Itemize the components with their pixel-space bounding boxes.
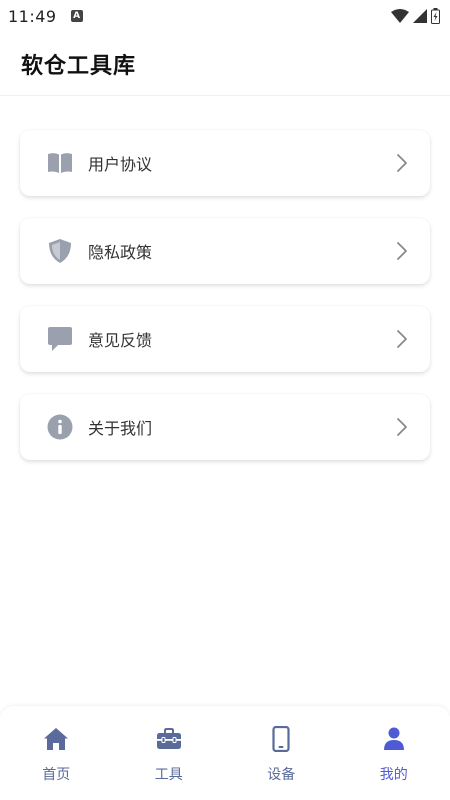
menu-item-about-us[interactable]: 关于我们 bbox=[20, 394, 430, 460]
chevron-right-icon bbox=[396, 417, 408, 437]
menu-item-feedback[interactable]: 意见反馈 bbox=[20, 306, 430, 372]
book-icon bbox=[46, 149, 74, 177]
nav-label: 设备 bbox=[267, 767, 296, 783]
nav-item-profile[interactable]: 我的 bbox=[338, 706, 450, 800]
nav-item-devices[interactable]: 设备 bbox=[225, 706, 338, 800]
user-icon bbox=[381, 726, 407, 752]
shield-icon bbox=[46, 237, 74, 265]
menu-item-user-agreement[interactable]: 用户协议 bbox=[20, 130, 430, 196]
nav-label: 我的 bbox=[379, 767, 408, 783]
menu-item-label: 关于我们 bbox=[88, 419, 153, 438]
battery-icon bbox=[431, 8, 440, 24]
chevron-right-icon bbox=[396, 329, 408, 349]
menu-item-label: 用户协议 bbox=[88, 155, 153, 174]
info-icon bbox=[46, 413, 74, 441]
nav-label: 首页 bbox=[42, 767, 71, 783]
status-time: 11:49 bbox=[8, 6, 57, 26]
nav-label: 工具 bbox=[154, 767, 183, 783]
wifi-icon bbox=[391, 9, 409, 23]
phone-icon bbox=[268, 726, 294, 752]
menu-item-label: 意见反馈 bbox=[88, 331, 153, 350]
chat-bubble-icon bbox=[46, 325, 74, 353]
settings-menu: 用户协议 隐私政策 意见反馈 关于我们 bbox=[20, 130, 430, 482]
menu-item-privacy-policy[interactable]: 隐私政策 bbox=[20, 218, 430, 284]
signal-icon bbox=[413, 9, 427, 23]
menu-item-label: 隐私政策 bbox=[88, 243, 153, 262]
page-title: 软仓工具库 bbox=[21, 53, 137, 79]
home-icon bbox=[43, 726, 69, 752]
status-indicators bbox=[391, 8, 440, 24]
toolbox-icon bbox=[156, 726, 182, 752]
bottom-nav: 首页 工具 设备 我的 bbox=[0, 706, 450, 800]
app-header: 软仓工具库 bbox=[0, 32, 450, 96]
notification-app-icon: A bbox=[70, 10, 83, 22]
chevron-right-icon bbox=[396, 153, 408, 173]
chevron-right-icon bbox=[396, 241, 408, 261]
nav-item-home[interactable]: 首页 bbox=[0, 706, 113, 800]
status-bar: 11:49 A bbox=[0, 0, 450, 32]
nav-item-tools[interactable]: 工具 bbox=[113, 706, 226, 800]
